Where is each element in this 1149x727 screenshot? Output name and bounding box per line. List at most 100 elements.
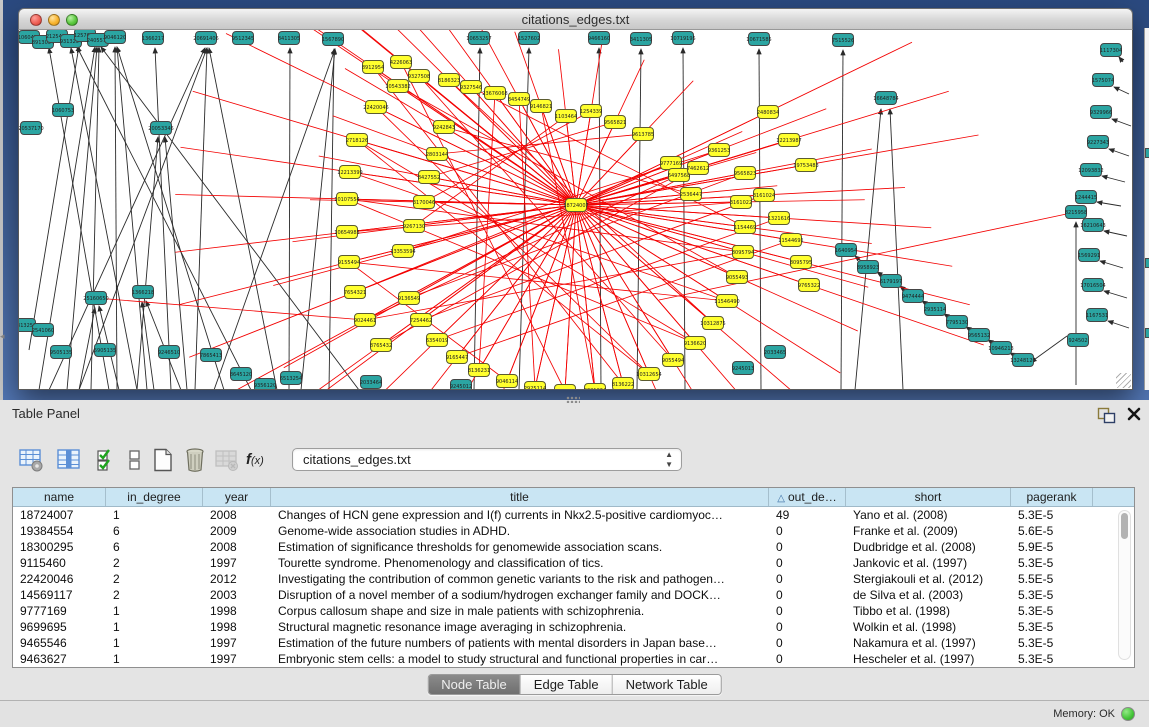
table-row[interactable]: 977716911998Corpus callosum shape and si… (13, 603, 1134, 619)
graph-node[interactable]: 9155494 (338, 256, 360, 269)
graph-node[interactable]: 1366217 (142, 32, 164, 45)
graph-node[interactable]: 10312654 (636, 368, 661, 381)
graph-node[interactable]: 9327546 (460, 81, 482, 94)
close-icon[interactable] (1126, 406, 1142, 422)
graph-node[interactable]: 23676068 (482, 87, 507, 100)
graph-node[interactable]: 9245012 (450, 380, 472, 391)
graph-node[interactable]: 8765432 (370, 339, 392, 352)
graph-node[interactable]: 10107554 (334, 193, 359, 206)
graph-node[interactable]: 9165447 (446, 351, 468, 364)
graph-node[interactable]: 9055494 (662, 354, 684, 367)
graph-node[interactable]: 4226063 (390, 56, 412, 69)
graph-node[interactable]: 17016504 (1080, 279, 1105, 292)
graph-node[interactable]: 8136222 (612, 378, 634, 391)
graph-node[interactable]: 2718126 (346, 134, 368, 147)
graph-node[interactable]: 5905135 (94, 344, 116, 357)
graph-node[interactable]: 2033464 (360, 376, 382, 389)
graph-node[interactable]: 13353594 (390, 245, 415, 258)
column-header-title[interactable]: title (271, 488, 769, 506)
memory-ok-led-icon[interactable] (1121, 707, 1135, 721)
graph-node[interactable]: 7865413 (200, 349, 222, 362)
graph-node[interactable]: 1569291 (1078, 249, 1100, 262)
tab-edge-table[interactable]: Edge Table (521, 675, 613, 694)
column-header-in_degree[interactable]: in_degree (106, 488, 203, 506)
graph-node[interactable]: 19753483 (793, 159, 818, 172)
graph-node[interactable]: 11544691 (778, 234, 803, 247)
graph-node[interactable]: 7515526 (832, 34, 854, 47)
graph-node[interactable]: 9055493 (726, 271, 748, 284)
table-row[interactable]: 946362711997Embryonic stem cells: a mode… (13, 651, 1134, 667)
graph-node[interactable]: 8427552 (418, 171, 440, 184)
graph-node[interactable]: 9245013 (732, 362, 754, 375)
graph-node[interactable]: 16210643 (1080, 219, 1105, 232)
graph-node[interactable]: 9046114 (496, 375, 518, 388)
graph-node[interactable]: 16648784 (873, 92, 898, 105)
graph-node[interactable]: 1321616 (768, 212, 790, 225)
graph-node[interactable]: 10671585 (746, 33, 771, 46)
graph-node[interactable]: 2480834 (757, 106, 779, 119)
graph-node[interactable]: 6179197 (880, 275, 902, 288)
column-header-name[interactable]: name (13, 488, 106, 506)
table-row[interactable]: 1456911722003Disruption of a novel membe… (13, 587, 1134, 603)
graph-node[interactable]: 8136231 (468, 364, 490, 377)
row-height-icon[interactable] (122, 447, 148, 473)
graph-node[interactable]: 12213399 (337, 166, 362, 179)
graph-node[interactable]: 9146821 (530, 100, 552, 113)
window-titlebar[interactable]: citations_edges.txt (18, 8, 1133, 30)
graph-node[interactable]: 3170046 (413, 196, 435, 209)
graph-node[interactable]: 20537170 (19, 122, 44, 135)
splitter-handle[interactable] (566, 396, 580, 403)
graph-node[interactable]: 7795130 (946, 316, 968, 329)
network-canvas[interactable]: 1060453891305421254069313254125760424055… (18, 30, 1133, 390)
graph-node[interactable]: 1117304 (1100, 44, 1122, 57)
graph-node[interactable]: 2803144 (426, 148, 448, 161)
graph-node[interactable]: 8215958 (1065, 206, 1087, 219)
graph-node[interactable]: 1254339 (580, 105, 602, 118)
graph-node[interactable]: 1103464 (555, 110, 577, 123)
graph-node[interactable]: 9512345 (232, 32, 254, 45)
table-row[interactable]: 969969511998Structural magnetic resonanc… (13, 619, 1134, 635)
graph-node[interactable]: 2935114 (924, 303, 946, 316)
graph-node[interactable]: 2541060 (32, 324, 54, 337)
graph-node[interactable]: 11546490 (714, 295, 739, 308)
show-column-icon[interactable] (56, 447, 82, 473)
graph-node[interactable]: 1244415 (1075, 191, 1097, 204)
graph-node[interactable]: 1154469 (734, 221, 756, 234)
panel-collapse-arrow-icon[interactable]: ◂ (0, 330, 8, 342)
graph-node[interactable]: 3161024 (753, 189, 775, 202)
column-header-pagerank[interactable]: pagerank (1011, 488, 1093, 506)
graph-node[interactable]: 25160650 (83, 292, 108, 305)
graph-node[interactable]: 9356120 (254, 379, 276, 391)
graph-node[interactable]: 9777169 (660, 157, 682, 170)
graph-node[interactable]: 22420046 (363, 101, 388, 114)
graph-node[interactable]: 7462612 (687, 162, 709, 175)
scrollbar-thumb[interactable] (1121, 513, 1128, 539)
tab-node-table[interactable]: Node Table (428, 675, 521, 694)
graph-node[interactable]: 9505135 (50, 346, 72, 359)
graph-node[interactable]: 10312875 (700, 317, 725, 330)
graph-node[interactable]: 9246510 (158, 346, 180, 359)
table-row[interactable]: 1830029562008Estimation of significance … (13, 539, 1134, 555)
graph-node[interactable]: 8912954 (362, 61, 384, 74)
graph-node[interactable]: 9466160 (588, 32, 610, 45)
graph-node[interactable]: 9136620 (684, 337, 706, 350)
graph-node[interactable]: 7654321 (344, 286, 366, 299)
table-row[interactable]: 911546021997Tourette syndrome. Phenomeno… (13, 555, 1134, 571)
graph-node[interactable]: 9242843 (433, 121, 455, 134)
graph-node[interactable]: 6513254 (280, 372, 302, 385)
graph-node[interactable]: 8958923 (857, 261, 879, 274)
graph-node[interactable]: 12213987 (776, 134, 801, 147)
graph-node[interactable]: 8186323 (438, 74, 460, 87)
new-table-icon[interactable] (150, 447, 176, 473)
float-window-icon[interactable] (1097, 407, 1116, 424)
graph-node[interactable]: 6354019 (426, 334, 448, 347)
graph-node[interactable]: 13248120 (1010, 354, 1035, 367)
graph-node[interactable]: 3161022 (730, 196, 752, 209)
table-row[interactable]: 1872400712008Changes of HCN gene express… (13, 507, 1134, 523)
table-select-dropdown[interactable]: citations_edges.txt ▲▼ (292, 448, 682, 471)
minimize-window-button[interactable] (48, 14, 60, 26)
graph-node[interactable]: 9321064 (584, 384, 606, 391)
delete-table-icon[interactable] (182, 447, 208, 473)
graph-node[interactable]: 8411305 (278, 32, 300, 45)
graph-node[interactable]: 10946213 (988, 342, 1013, 355)
